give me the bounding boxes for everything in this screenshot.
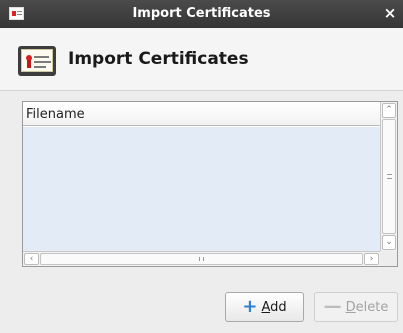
certificate-file-list[interactable]: Filename ⌃ ⌄ ‹ ›: [22, 101, 398, 267]
grip-icon: [387, 174, 392, 179]
dialog-header: Import Certificates: [0, 28, 403, 91]
title-bar[interactable]: Import Certificates ×: [0, 0, 403, 28]
add-accel: A: [261, 299, 271, 315]
certificate-icon: [18, 46, 56, 76]
horizontal-scrollbar[interactable]: ‹ ›: [23, 251, 380, 266]
scroll-right-button[interactable]: ›: [364, 253, 379, 265]
vertical-scrollbar[interactable]: ⌃ ⌄: [380, 102, 397, 252]
scroll-corner: [380, 251, 397, 266]
list-header: Filename: [23, 102, 380, 126]
window-title: Import Certificates: [132, 6, 271, 21]
list-body[interactable]: [23, 127, 380, 252]
delete-button[interactable]: — Delete: [314, 292, 398, 322]
import-certificates-dialog: Import Certificates × Import Certificate…: [0, 0, 403, 333]
delete-label: elete: [355, 299, 389, 315]
grip-icon: [199, 257, 204, 261]
add-label: dd: [270, 299, 287, 315]
add-button[interactable]: + Add: [225, 292, 304, 322]
scroll-up-button[interactable]: ⌃: [382, 103, 396, 118]
delete-accel: D: [345, 299, 356, 315]
close-icon[interactable]: ×: [382, 4, 398, 22]
minus-icon: —: [323, 296, 342, 317]
vertical-scroll-thumb[interactable]: [382, 119, 396, 234]
scroll-down-button[interactable]: ⌄: [382, 235, 396, 250]
horizontal-scroll-thumb[interactable]: [40, 253, 363, 265]
scroll-left-button[interactable]: ‹: [24, 253, 39, 265]
plus-icon: +: [242, 296, 258, 317]
page-title: Import Certificates: [68, 49, 249, 69]
column-header-filename[interactable]: Filename: [26, 107, 85, 122]
